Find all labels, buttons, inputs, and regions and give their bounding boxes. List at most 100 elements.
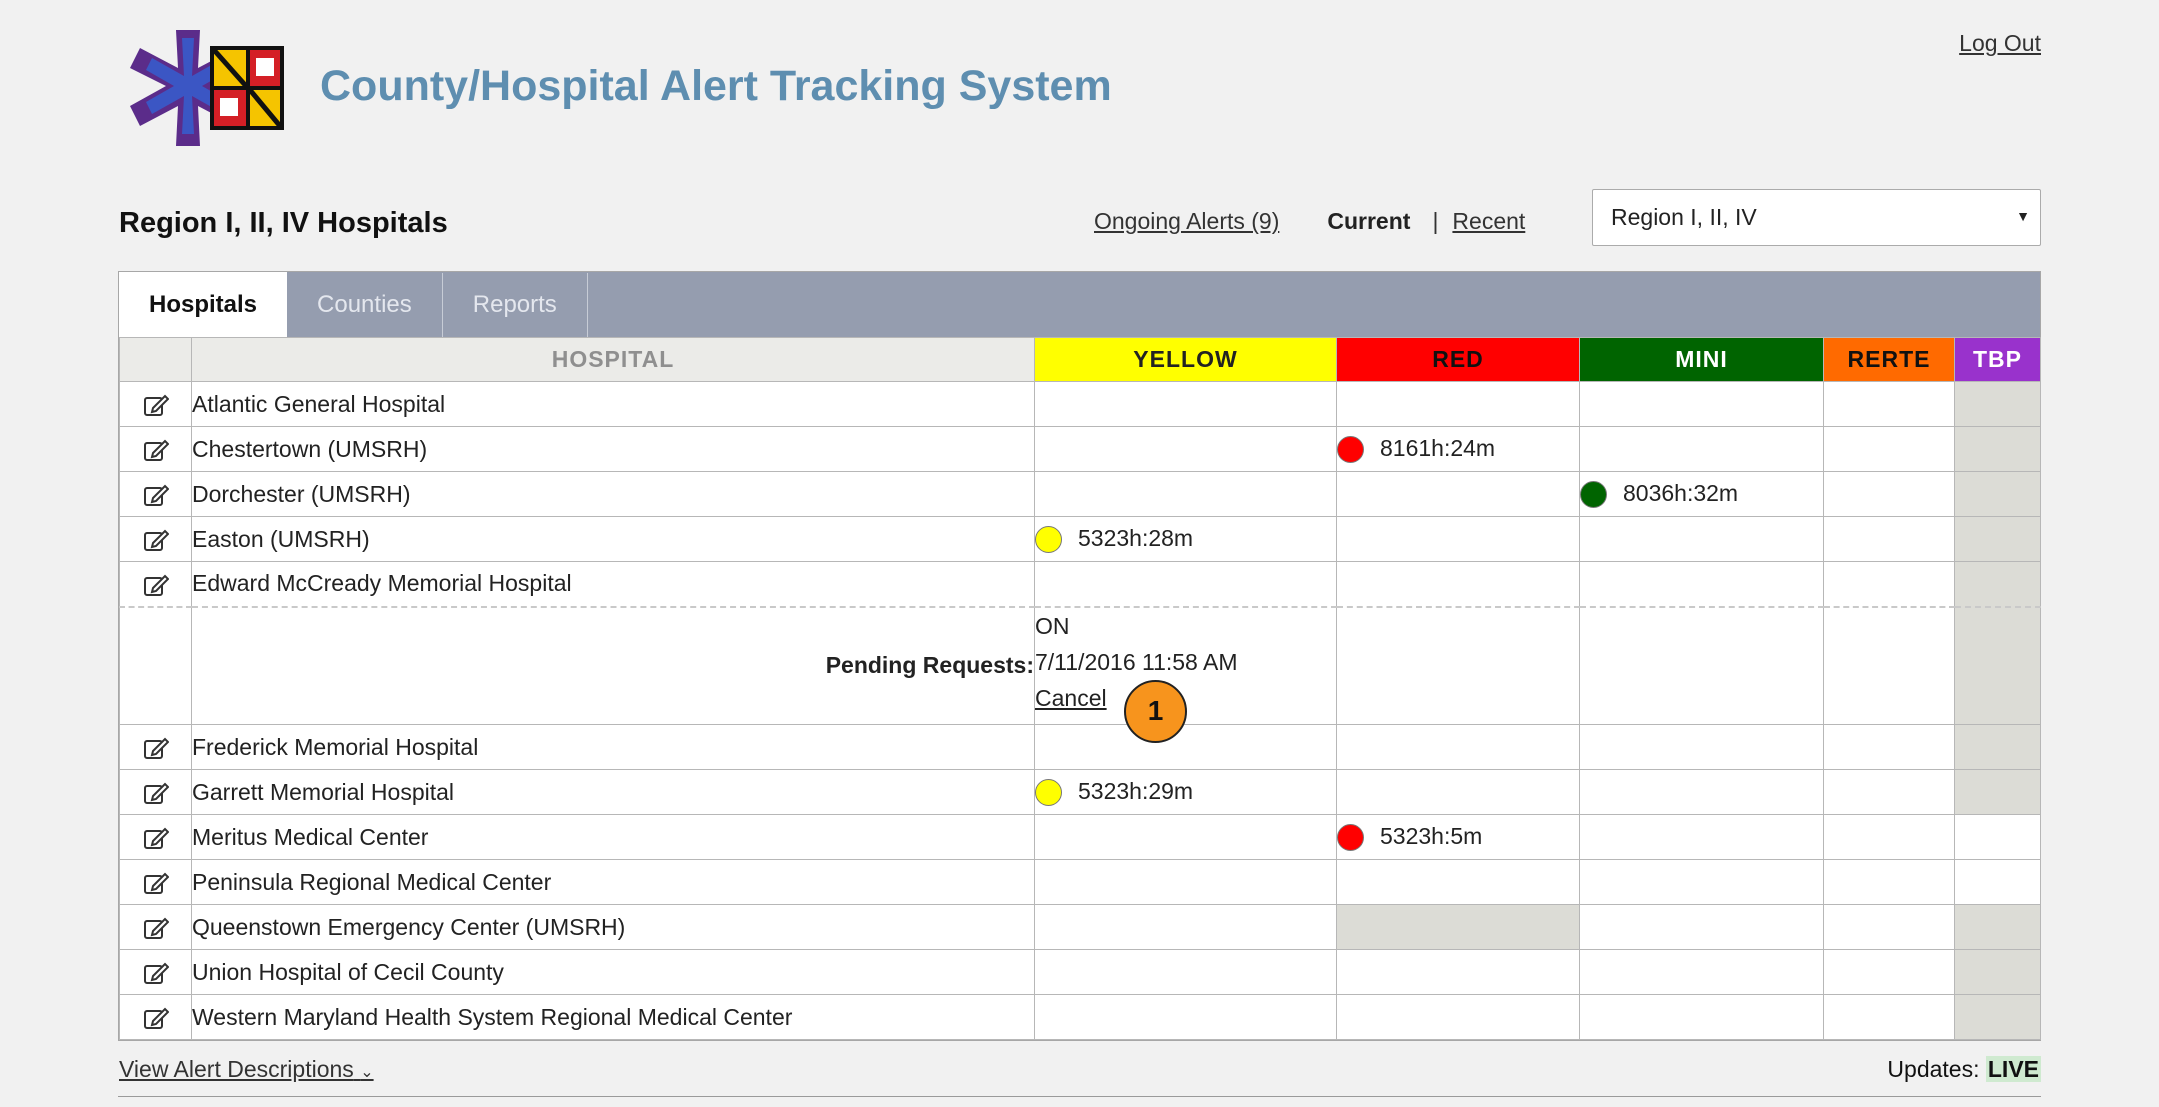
yellow-alert-dot bbox=[1035, 526, 1062, 554]
table-row: Meritus Medical Center 5323h:5m bbox=[119, 814, 2041, 860]
red-cell: 5323h:5m bbox=[1336, 814, 1580, 860]
hospital-name: Union Hospital of Cecil County bbox=[191, 949, 1035, 995]
table-row: Chestertown (UMSRH) 8161h:24m bbox=[119, 426, 2041, 472]
header-rerte[interactable]: RERTE bbox=[1823, 337, 1955, 382]
view-alert-descriptions-label: View Alert Descriptions bbox=[119, 1056, 354, 1082]
yellow-cell bbox=[1034, 994, 1337, 1040]
hospital-name: Chestertown (UMSRH) bbox=[191, 426, 1035, 472]
yellow-cell bbox=[1034, 949, 1337, 995]
yellow-cell bbox=[1034, 859, 1337, 905]
ongoing-alerts-link[interactable]: Ongoing Alerts (9) bbox=[1094, 208, 1279, 235]
hospital-name: Garrett Memorial Hospital bbox=[191, 769, 1035, 815]
red-cell bbox=[1336, 605, 1580, 725]
header-mini[interactable]: MINI bbox=[1579, 337, 1824, 382]
rerte-cell bbox=[1823, 904, 1955, 950]
edit-icon bbox=[143, 872, 169, 894]
red-cell bbox=[1336, 949, 1580, 995]
table-row: Frederick Memorial Hospital bbox=[119, 724, 2041, 770]
tbp-cell bbox=[1954, 516, 2041, 562]
mini-cell bbox=[1579, 605, 1824, 725]
hospital-name: Peninsula Regional Medical Center bbox=[191, 859, 1035, 905]
header-tbp[interactable]: TBP bbox=[1954, 337, 2041, 382]
edit-button[interactable] bbox=[119, 949, 192, 995]
alert-duration: 8036h:32m bbox=[1623, 479, 1739, 506]
recent-link[interactable]: Recent bbox=[1452, 208, 1525, 235]
edit-icon bbox=[143, 917, 169, 939]
mini-cell bbox=[1579, 949, 1824, 995]
pending-requests-label: Pending Requests: bbox=[191, 605, 1035, 725]
edit-button[interactable] bbox=[119, 904, 192, 950]
view-links: Ongoing Alerts (9) Current | Recent bbox=[1094, 208, 1525, 235]
red-cell bbox=[1336, 904, 1580, 950]
divider bbox=[118, 1096, 2041, 1097]
table-row: Queenstown Emergency Center (UMSRH) bbox=[119, 904, 2041, 950]
hospital-name: Dorchester (UMSRH) bbox=[191, 471, 1035, 517]
rerte-cell bbox=[1823, 605, 1955, 725]
mini-cell bbox=[1579, 769, 1824, 815]
table-row: Garrett Memorial Hospital 5323h:29m bbox=[119, 769, 2041, 815]
table-row: Peninsula Regional Medical Center bbox=[119, 859, 2041, 905]
tab-counties[interactable]: Counties bbox=[287, 273, 443, 337]
tbp-cell bbox=[1954, 859, 2041, 905]
header-yellow[interactable]: YELLOW bbox=[1034, 337, 1337, 382]
header-hospital[interactable]: HOSPITAL bbox=[191, 337, 1035, 382]
edit-button[interactable] bbox=[119, 471, 192, 517]
page-title: Region I, II, IV Hospitals bbox=[119, 207, 448, 239]
edit-button[interactable] bbox=[119, 426, 192, 472]
edit-icon bbox=[143, 439, 169, 461]
app-title: County/Hospital Alert Tracking System bbox=[320, 62, 1112, 110]
edit-button[interactable] bbox=[119, 814, 192, 860]
red-cell bbox=[1336, 381, 1580, 427]
chevron-down-icon: ⌄ bbox=[360, 1064, 374, 1081]
cancel-request-link[interactable]: Cancel bbox=[1035, 685, 1107, 711]
edit-icon bbox=[143, 574, 169, 596]
mini-cell bbox=[1579, 904, 1824, 950]
live-badge: LIVE bbox=[1985, 1056, 2041, 1082]
edit-icon bbox=[143, 962, 169, 984]
logout-link[interactable]: Log Out bbox=[1959, 30, 2041, 57]
tbp-cell bbox=[1954, 994, 2041, 1040]
edit-button[interactable] bbox=[119, 859, 192, 905]
pending-requests-row: Pending Requests: ON 7/11/2016 11:58 AM … bbox=[119, 605, 2041, 743]
view-alert-descriptions-link[interactable]: View Alert Descriptions ⌄ bbox=[119, 1056, 374, 1083]
tbp-cell bbox=[1954, 769, 2041, 815]
tab-hospitals[interactable]: Hospitals bbox=[119, 272, 288, 337]
red-cell bbox=[1336, 516, 1580, 562]
red-cell bbox=[1336, 769, 1580, 815]
yellow-cell bbox=[1034, 426, 1337, 472]
yellow-cell: 5323h:29m bbox=[1034, 769, 1337, 815]
tab-reports[interactable]: Reports bbox=[443, 273, 588, 337]
hospital-name: Atlantic General Hospital bbox=[191, 381, 1035, 427]
tbp-cell bbox=[1954, 381, 2041, 427]
tbp-cell bbox=[1954, 471, 2041, 517]
table-row: Atlantic General Hospital bbox=[119, 381, 2041, 427]
edit-icon bbox=[143, 827, 169, 849]
separator: | bbox=[1432, 208, 1439, 234]
yellow-cell bbox=[1034, 471, 1337, 517]
red-cell bbox=[1336, 859, 1580, 905]
edit-button[interactable] bbox=[119, 994, 192, 1040]
edit-icon bbox=[143, 737, 169, 759]
header-red[interactable]: RED bbox=[1336, 337, 1580, 382]
pending-request-info: ON 7/11/2016 11:58 AM Cancel 1 bbox=[1034, 605, 1337, 743]
yellow-cell bbox=[1034, 561, 1337, 607]
pending-blank bbox=[119, 605, 192, 725]
edit-icon bbox=[143, 484, 169, 506]
mini-cell bbox=[1579, 724, 1824, 770]
red-cell bbox=[1336, 724, 1580, 770]
mini-cell bbox=[1579, 381, 1824, 427]
hospital-name: Easton (UMSRH) bbox=[191, 516, 1035, 562]
edit-button[interactable] bbox=[119, 381, 192, 427]
rerte-cell bbox=[1823, 724, 1955, 770]
tbp-cell bbox=[1954, 605, 2041, 725]
rerte-cell bbox=[1823, 381, 1955, 427]
region-select[interactable]: Region I, II, IV ▼ bbox=[1592, 189, 2041, 246]
tbp-cell bbox=[1954, 561, 2041, 607]
edit-button[interactable] bbox=[119, 561, 192, 607]
alert-duration: 8161h:24m bbox=[1380, 434, 1496, 461]
edit-button[interactable] bbox=[119, 769, 192, 815]
edit-button[interactable] bbox=[119, 724, 192, 770]
tbp-cell bbox=[1954, 426, 2041, 472]
edit-button[interactable] bbox=[119, 516, 192, 562]
header-blank bbox=[119, 337, 192, 382]
